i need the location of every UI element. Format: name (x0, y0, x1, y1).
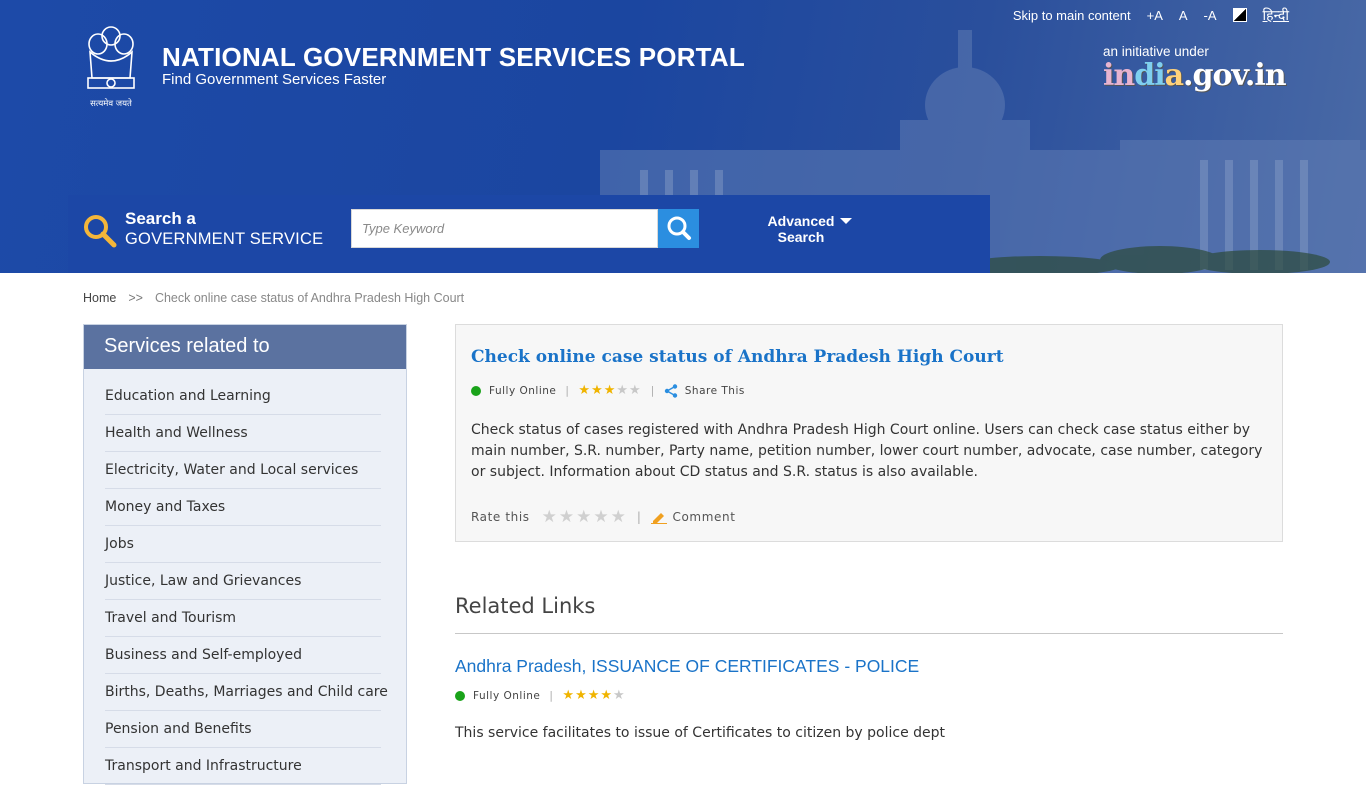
comment-label: Comment (672, 510, 736, 524)
pencil-icon (650, 513, 667, 524)
online-status-icon (455, 690, 465, 701)
share-label: Share This (684, 384, 745, 397)
share-button[interactable]: Share This (664, 383, 745, 398)
utility-bar: Skip to main content +A A -A हिन्दी (997, 6, 1289, 24)
sidebar-item-business[interactable]: Business and Self-employed (105, 637, 381, 674)
font-increase-button[interactable]: +A (1147, 8, 1163, 23)
india-gov-logo[interactable]: india.gov.in (1103, 58, 1287, 93)
sidebar-item-transport[interactable]: Transport and Infrastructure (105, 748, 381, 785)
meta-divider: | (565, 384, 570, 397)
rate-label: Rate this (471, 510, 530, 524)
sidebar-item-travel[interactable]: Travel and Tourism (105, 600, 381, 637)
related-divider (455, 633, 1283, 634)
meta-divider: | (636, 510, 642, 524)
meta-divider: | (549, 689, 554, 702)
meta-divider: | (650, 384, 655, 397)
sidebar-item-health[interactable]: Health and Wellness (105, 415, 381, 452)
related-link-title[interactable]: Andhra Pradesh, ISSUANCE OF CERTIFICATES… (455, 656, 919, 677)
language-hindi-link[interactable]: हिन्दी (1263, 6, 1289, 25)
search-label-line1: Search a (125, 209, 196, 228)
chevron-down-icon[interactable] (840, 218, 852, 224)
breadcrumb-current: Check online case status of Andhra Prade… (154, 291, 465, 305)
sidebar-item-justice[interactable]: Justice, Law and Grievances (105, 563, 381, 600)
services-sidebar: Services related to Education and Learni… (83, 324, 407, 785)
site-tagline: Find Government Services Faster (162, 71, 387, 88)
sidebar-item-money-taxes[interactable]: Money and Taxes (105, 489, 381, 526)
contrast-toggle-icon[interactable] (1232, 8, 1247, 22)
skip-to-main-link[interactable]: Skip to main content (1013, 8, 1131, 23)
category-list: Education and Learning Health and Wellne… (84, 378, 406, 785)
service-description: Check status of cases registered with An… (471, 422, 1263, 480)
sidebar-item-births-deaths[interactable]: Births, Deaths, Marriages and Child care (105, 674, 388, 711)
service-status: Fully Online (489, 384, 557, 397)
sidebar-item-pension[interactable]: Pension and Benefits (105, 711, 381, 748)
search-label-line2: GOVERNMENT SERVICE (125, 230, 324, 248)
search-icon (667, 216, 691, 240)
related-link-meta: Fully Online | ★★★★★ (455, 688, 626, 703)
national-emblem-logo: सत्यमेव जयते (87, 26, 135, 109)
service-meta: Fully Online | ★★★★★ | Share This (471, 383, 745, 398)
service-rating-stars: ★★★★★ (578, 383, 642, 398)
rate-row: Rate this ★★★★★ | Comment (471, 507, 736, 527)
advanced-search-toggle[interactable]: Advanced Search (751, 213, 851, 245)
sidebar-item-jobs[interactable]: Jobs (105, 526, 381, 563)
sidebar-heading: Services related to (84, 325, 406, 369)
search-input[interactable] (351, 209, 658, 248)
share-icon (664, 383, 677, 398)
breadcrumb-separator: >> (128, 291, 143, 305)
related-rating-stars: ★★★★★ (562, 688, 626, 703)
service-title[interactable]: Check online case status of Andhra Prade… (471, 347, 1004, 367)
service-detail-card: Check online case status of Andhra Prade… (455, 324, 1283, 542)
rate-stars-input[interactable]: ★★★★★ (542, 507, 628, 527)
related-links-heading: Related Links (455, 594, 596, 618)
emblem-caption: सत्यमेव जयते (90, 98, 132, 109)
breadcrumb-home-link[interactable]: Home (83, 291, 116, 305)
sidebar-item-education[interactable]: Education and Learning (105, 378, 381, 415)
font-normal-button[interactable]: A (1179, 8, 1188, 23)
comment-button[interactable]: Comment (650, 510, 736, 524)
search-submit-button[interactable] (658, 209, 699, 248)
advanced-search-line2: Search (777, 229, 825, 245)
font-decrease-button[interactable]: -A (1204, 8, 1217, 23)
related-link-status: Fully Online (473, 689, 541, 702)
related-link-description: This service facilitates to issue of Cer… (455, 725, 946, 741)
sidebar-item-utilities[interactable]: Electricity, Water and Local services (105, 452, 381, 489)
site-header: Skip to main content +A A -A हिन्दी सत्य… (0, 0, 1366, 273)
initiative-label: an initiative under (1103, 44, 1209, 59)
site-title[interactable]: NATIONAL GOVERNMENT SERVICES PORTAL (162, 42, 745, 73)
search-panel: Search a GOVERNMENT SERVICE Advanced Sea… (68, 195, 990, 273)
online-status-icon (471, 385, 481, 396)
advanced-search-line1: Advanced (767, 213, 835, 229)
breadcrumb: Home >> Check online case status of Andhra… (83, 291, 464, 305)
search-magnifier-icon (84, 215, 117, 248)
